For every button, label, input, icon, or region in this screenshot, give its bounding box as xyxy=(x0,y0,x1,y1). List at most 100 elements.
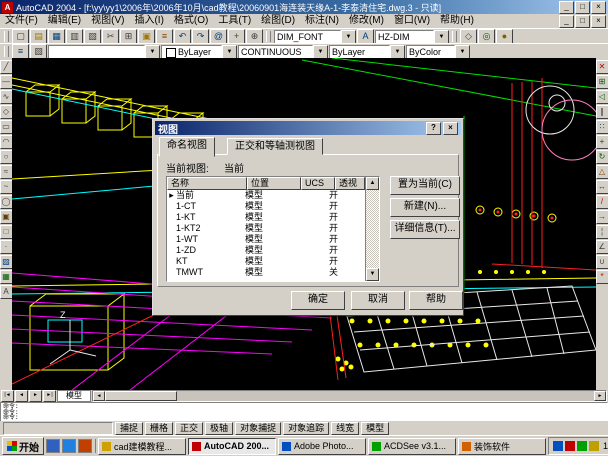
fillet-icon[interactable]: ∪ xyxy=(596,255,608,269)
antivirus-icon[interactable] xyxy=(577,441,587,451)
ie-icon[interactable] xyxy=(62,439,76,453)
scrollbar-track[interactable] xyxy=(366,190,379,268)
chevron-down-icon[interactable]: ▼ xyxy=(313,45,328,59)
named-views-icon[interactable]: ◇ xyxy=(460,29,477,44)
polyline-icon[interactable]: ∿ xyxy=(0,90,13,104)
hatch-icon[interactable]: ▨ xyxy=(0,255,13,269)
ellipse-icon[interactable]: ◯ xyxy=(0,195,13,209)
text-style-combo[interactable]: HZ-DIM ▼ xyxy=(375,30,449,44)
line-icon[interactable]: ╱ xyxy=(0,60,13,74)
linetype-combo[interactable]: CONTINUOUS ▼ xyxy=(238,45,328,59)
menu-item[interactable]: 窗口(W) xyxy=(389,14,435,28)
scale-icon[interactable]: △ xyxy=(596,165,608,179)
scroll-down-icon[interactable]: ▼ xyxy=(366,268,379,281)
extend-icon[interactable]: → xyxy=(596,210,608,224)
help-button[interactable]: 帮助 xyxy=(409,291,463,310)
taskbar-task[interactable]: AutoCAD 200... xyxy=(188,438,276,455)
minimize-button[interactable]: _ xyxy=(559,1,574,14)
spline-icon[interactable]: ~ xyxy=(0,180,13,194)
toolbar-grip[interactable] xyxy=(4,46,9,57)
ok-button[interactable]: 确定 xyxy=(291,291,345,310)
copy-object-icon[interactable]: ⊞ xyxy=(596,75,608,89)
scroll-up-icon[interactable]: ▲ xyxy=(366,177,379,190)
dialog-close-icon[interactable]: × xyxy=(443,122,458,135)
view-list-row[interactable]: KT模型开 xyxy=(167,256,365,267)
erase-icon[interactable]: ✕ xyxy=(596,60,608,74)
start-button[interactable]: 开始 xyxy=(2,437,44,455)
menu-item[interactable]: 修改(M) xyxy=(344,14,389,28)
break-icon[interactable]: ¦ xyxy=(596,225,608,239)
taskbar-task[interactable]: ACDSee v3.1... xyxy=(368,438,456,455)
dialog-help-icon[interactable]: ? xyxy=(426,122,441,135)
scrollbar-thumb[interactable] xyxy=(105,391,177,401)
menu-item[interactable]: 格式(O) xyxy=(169,14,213,28)
graphics-driver-icon[interactable] xyxy=(565,441,575,451)
column-perspective[interactable]: 透视 xyxy=(335,177,365,190)
new-file-icon[interactable]: ▢ xyxy=(12,29,29,44)
chamfer-icon[interactable]: ∠ xyxy=(596,240,608,254)
status-toggle[interactable]: 对象捕捉 xyxy=(235,422,281,435)
view-list-row[interactable]: 1-KT模型开 xyxy=(167,212,365,223)
view-list-row[interactable]: 1-ZD模型开 xyxy=(167,245,365,256)
redo-icon[interactable]: ↷ xyxy=(192,29,209,44)
layer-combo[interactable]: ▼ xyxy=(48,45,160,59)
status-toggle[interactable]: 模型 xyxy=(361,422,389,435)
match-properties-icon[interactable]: ≡ xyxy=(156,29,173,44)
dialog-titlebar[interactable]: 视图 ? × xyxy=(155,121,461,135)
offset-icon[interactable]: ∥ xyxy=(596,105,608,119)
layout-tab-nav-button[interactable]: ◄ xyxy=(15,390,28,402)
new-view-button[interactable]: 新建(N)... xyxy=(390,198,460,217)
linetype-combo-value[interactable]: CONTINUOUS xyxy=(238,45,313,59)
view-list-row[interactable]: 1-WT模型开 xyxy=(167,234,365,245)
zoom-icon[interactable]: ⊕ xyxy=(246,29,263,44)
menu-item[interactable]: 绘图(D) xyxy=(256,14,300,28)
undo-icon[interactable]: ↶ xyxy=(174,29,191,44)
dim-style-combo[interactable]: DIM_FONT ▼ xyxy=(274,30,356,44)
layout-tab-nav-button[interactable]: ►| xyxy=(43,390,56,402)
plotstyle-combo[interactable]: ByColor ▼ xyxy=(406,45,470,59)
chevron-down-icon[interactable]: ▼ xyxy=(341,30,356,44)
dim-style-combo-value[interactable]: DIM_FONT xyxy=(274,30,341,44)
point-icon[interactable]: · xyxy=(0,240,13,254)
copy-icon[interactable]: ⊞ xyxy=(120,29,137,44)
paste-icon[interactable]: ▣ xyxy=(138,29,155,44)
toolbar-grip[interactable] xyxy=(452,31,457,42)
move-icon[interactable]: + xyxy=(596,135,608,149)
ime-icon[interactable] xyxy=(589,441,599,451)
mdi-restore-button[interactable]: □ xyxy=(575,15,590,28)
view-list-row[interactable]: ▸当前模型开 xyxy=(167,190,365,201)
plot-preview-icon[interactable]: ▧ xyxy=(84,29,101,44)
explode-icon[interactable]: * xyxy=(596,270,608,284)
chevron-down-icon[interactable]: ▼ xyxy=(434,30,449,44)
text-style-icon[interactable]: A xyxy=(357,29,374,44)
views-listview[interactable]: 名称 位置 UCS 透视 ▸当前模型开1-CT模型开1-KT模型开1-KT2模型… xyxy=(166,176,380,282)
menu-item[interactable]: 帮助(H) xyxy=(435,14,479,28)
horizontal-scrollbar[interactable]: ◄ ► xyxy=(92,390,607,402)
mtext-icon[interactable]: A xyxy=(0,285,13,299)
render-icon[interactable]: ● xyxy=(496,29,513,44)
taskbar-task[interactable]: Adobe Photo... xyxy=(278,438,366,455)
chevron-down-icon[interactable]: ▼ xyxy=(222,45,237,59)
3d-orbit-icon[interactable]: ◎ xyxy=(478,29,495,44)
polygon-icon[interactable]: ◇ xyxy=(0,105,13,119)
menu-item[interactable]: 标注(N) xyxy=(300,14,344,28)
status-toggle[interactable]: 极轴 xyxy=(205,422,233,435)
view-list-row[interactable]: 1-CT模型开 xyxy=(167,201,365,212)
menu-item[interactable]: 视图(V) xyxy=(86,14,129,28)
chevron-down-icon[interactable]: ▼ xyxy=(145,45,160,59)
layout-tab-model[interactable]: 模型 xyxy=(57,390,91,402)
trim-icon[interactable]: / xyxy=(596,195,608,209)
color-combo-value-wrap[interactable]: ByLayer xyxy=(161,45,222,59)
make-block-icon[interactable]: □ xyxy=(0,225,13,239)
vertical-scrollbar[interactable]: ▲ ▼ xyxy=(365,177,379,281)
menu-item[interactable]: 插入(I) xyxy=(129,14,168,28)
status-toggle[interactable]: 栅格 xyxy=(145,422,173,435)
layout-tab-nav-button[interactable]: ► xyxy=(29,390,42,402)
toolbar-grip[interactable] xyxy=(266,31,271,42)
arc-icon[interactable]: ◠ xyxy=(0,135,13,149)
construction-line-icon[interactable]: — xyxy=(0,75,13,89)
lineweight-combo[interactable]: ByLayer ▼ xyxy=(329,45,405,59)
mdi-minimize-button[interactable]: _ xyxy=(559,15,574,28)
save-icon[interactable]: ▦ xyxy=(48,29,65,44)
chevron-down-icon[interactable]: ▼ xyxy=(455,45,470,59)
